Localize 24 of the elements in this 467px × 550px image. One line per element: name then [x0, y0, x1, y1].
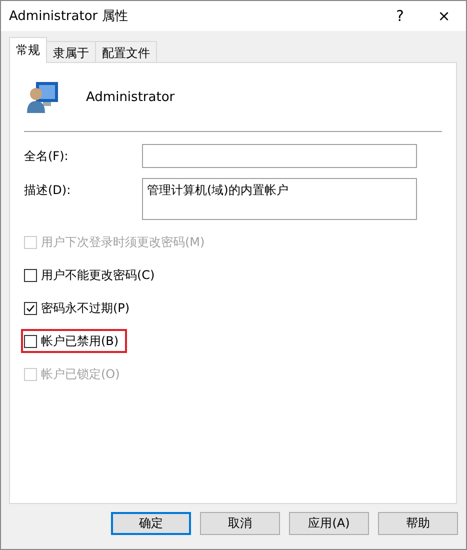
help-button[interactable]: ? — [378, 7, 422, 25]
input-field[interactable] — [142, 144, 417, 168]
text-area[interactable]: 管理计算机(域)的内置帐户 — [142, 178, 417, 220]
user-computer-icon — [26, 80, 60, 114]
field-label: 描述(D): — [24, 182, 72, 199]
user-name: Administrator — [86, 90, 175, 104]
field-label: 全名(F): — [24, 148, 70, 165]
close-button[interactable]: × — [422, 7, 466, 25]
tab[interactable]: 配置文件 — [95, 41, 157, 62]
dialog-button[interactable]: 确定 — [111, 512, 191, 535]
checkbox-label: 密码永不过期(P) — [41, 300, 130, 316]
checkbox[interactable] — [24, 334, 37, 348]
dialog-button[interactable]: 取消 — [200, 512, 280, 535]
checkbox[interactable] — [24, 302, 37, 314]
dialog-button[interactable]: 应用(A) — [289, 512, 369, 535]
tab[interactable]: 隶属于 — [46, 41, 96, 62]
checkbox-label: 帐户已锁定(O) — [41, 366, 120, 382]
dialog-button[interactable]: 帮助 — [378, 512, 458, 535]
checkbox-label: 用户不能更改密码(C) — [41, 266, 155, 284]
checkbox[interactable] — [24, 268, 37, 282]
tab[interactable]: 常规 — [9, 37, 47, 63]
checkbox-label: 帐户已禁用(B) — [41, 332, 119, 350]
window-title: Administrator 属性 — [9, 8, 129, 25]
checkbox-label: 用户下次登录时须更改密码(M) — [41, 234, 205, 250]
